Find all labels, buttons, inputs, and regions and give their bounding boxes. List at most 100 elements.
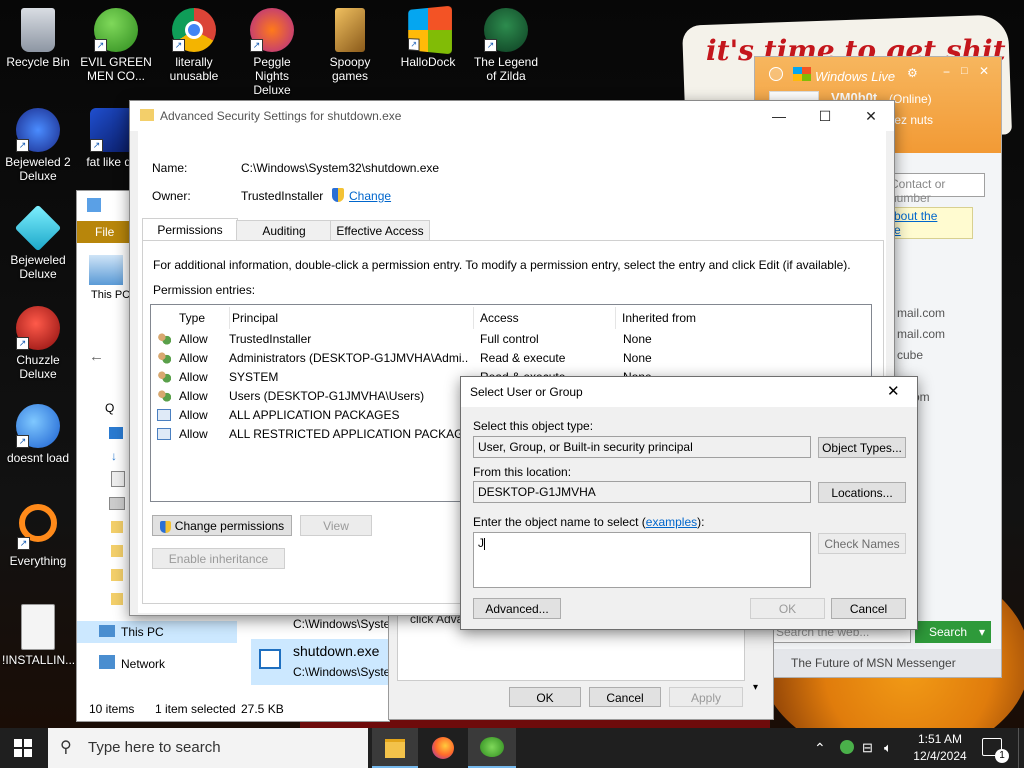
column-header-access[interactable]: Access <box>473 307 620 329</box>
msn-contact[interactable]: mail.com <box>897 306 945 320</box>
folder-icon[interactable] <box>111 521 123 533</box>
desktop-icon-legend-of-zilda[interactable]: ↗ The Legend of Zilda <box>470 8 542 83</box>
folder-icon[interactable] <box>111 569 123 581</box>
close-icon[interactable]: ✕ <box>887 382 900 400</box>
desktop-icon-literally-unusable[interactable]: ↗ literally unusable <box>158 8 230 83</box>
msn-maximize-icon[interactable]: □ <box>961 65 968 77</box>
folder-icon[interactable] <box>111 545 123 557</box>
desktop-icon-doesnt-load[interactable]: ↗ doesnt load <box>2 404 74 465</box>
quick-access-label[interactable]: Q <box>105 401 114 415</box>
msn-info-link[interactable]: bout the <box>894 209 937 223</box>
desktop-icon-chuzzle[interactable]: ↗ Chuzzle Deluxe <box>2 306 74 381</box>
examples-link[interactable]: examples <box>646 515 697 529</box>
volume-icon[interactable]: 🔈︎ <box>884 740 892 756</box>
taskbar-msn[interactable] <box>468 728 516 768</box>
table-row[interactable]: Allow Administrators (DESKTOP-G1JMVHA\Ad… <box>151 349 871 368</box>
close-icon[interactable]: ✕ <box>848 101 894 131</box>
column-header-principal[interactable]: Principal <box>229 307 474 329</box>
file-menu[interactable]: File <box>95 225 114 239</box>
chevron-down-icon[interactable]: ▾ <box>979 621 985 643</box>
desktop-icon-evil-green-men[interactable]: ↗ EVIL GREEN MEN CO... <box>80 8 152 83</box>
desktop-icon-label: !INSTALLIN... <box>2 653 76 667</box>
desktop-icon-everything[interactable]: ↗ Everything <box>2 504 74 568</box>
object-types-button[interactable]: Object Types... <box>818 437 906 458</box>
table-row[interactable]: Allow TrustedInstaller Full control None <box>151 330 871 349</box>
msn-buddy-icon <box>480 737 504 757</box>
desktop-icon-peggle[interactable]: ↗ Peggle Nights Deluxe <box>236 8 308 97</box>
advanced-button[interactable]: Advanced... <box>473 598 561 619</box>
downloads-icon[interactable]: ↓ <box>111 449 117 463</box>
network-icon[interactable] <box>99 655 115 669</box>
msn-status[interactable]: (Online) <box>889 92 932 106</box>
permission-entries-label: Permission entries: <box>153 283 256 297</box>
desktop-icon-label: literally unusable <box>169 55 219 83</box>
column-header-inherited[interactable]: Inherited from <box>615 307 802 329</box>
clock[interactable]: 1:51 AM 12/4/2024 <box>908 731 972 765</box>
properties-cancel-button[interactable]: Cancel <box>589 687 661 707</box>
properties-apply-button[interactable]: Apply <box>669 687 743 707</box>
documents-icon[interactable] <box>111 471 125 487</box>
desktop-folder-icon[interactable] <box>109 427 123 439</box>
check-names-button[interactable]: Check Names <box>818 533 906 554</box>
msn-tray-icon[interactable]: ⚙ <box>907 66 918 80</box>
properties-ok-button[interactable]: OK <box>509 687 581 707</box>
adv-titlebar: Advanced Security Settings for shutdown.… <box>130 101 894 131</box>
column-header-type[interactable]: Type <box>179 307 227 329</box>
desktop-icon-installing[interactable]: !INSTALLIN... <box>2 604 76 667</box>
view-button[interactable]: View <box>300 515 372 536</box>
sidebar-item-this-pc[interactable]: This PC <box>77 621 237 643</box>
cell-access: Read & execute <box>480 351 566 365</box>
msn-search-button[interactable]: Search ▾ <box>915 621 991 643</box>
change-owner-link[interactable]: Change <box>349 189 391 203</box>
file-explorer-icon <box>385 739 405 758</box>
tab-permissions[interactable]: Permissions <box>142 218 238 241</box>
cell-principal: ALL RESTRICTED APPLICATION PACKAGES <box>229 427 469 441</box>
status-size: 27.5 KB <box>241 702 284 716</box>
locations-button[interactable]: Locations... <box>818 482 906 503</box>
change-permissions-button[interactable]: Change permissions <box>152 515 292 536</box>
maximize-icon[interactable]: ☐ <box>802 101 848 131</box>
game-icon: ↗ <box>90 108 134 152</box>
msn-info-link-2[interactable]: e <box>894 223 901 237</box>
network-icon[interactable]: ⊟ <box>862 740 873 756</box>
msn-contact-search[interactable]: Contact or number <box>885 173 985 205</box>
taskbar-file-explorer[interactable] <box>372 728 418 768</box>
minimize-icon[interactable]: — <box>756 101 802 131</box>
desktop-icon-hallodock[interactable]: ↗ HalloDock <box>392 5 464 69</box>
notification-center-icon[interactable]: 1 <box>982 738 1009 763</box>
msn-minimize-icon[interactable]: − <box>943 65 950 79</box>
chevron-down-icon[interactable]: ▾ <box>753 682 758 693</box>
show-desktop-button[interactable] <box>1018 728 1024 768</box>
back-arrow-icon[interactable]: ← <box>89 348 104 365</box>
msn-close-icon[interactable]: ✕ <box>979 64 989 78</box>
msn-footer[interactable]: The Future of MSN Messenger <box>755 649 1001 677</box>
text-file-icon <box>21 604 55 650</box>
select-ok-button[interactable]: OK <box>750 598 825 619</box>
adv-title: Advanced Security Settings for shutdown.… <box>160 109 402 123</box>
file-list-item-shutdown[interactable]: shutdown.exe C:\Windows\Syste <box>251 639 390 685</box>
this-pc-icon[interactable] <box>89 255 123 285</box>
sidebar-item-network[interactable]: Network <box>121 657 165 671</box>
taskbar-search-box[interactable]: ⚲ Type here to search <box>48 728 368 768</box>
pictures-icon[interactable] <box>109 497 125 510</box>
diamond-icon <box>14 204 62 252</box>
uac-shield-icon <box>159 520 171 533</box>
chevron-up-icon[interactable]: ⌃ <box>814 740 826 757</box>
tab-effective-access[interactable]: Effective Access <box>330 220 430 242</box>
taskbar-firefox[interactable] <box>420 728 466 768</box>
desktop-icon-bejeweled-2[interactable]: ↗ Bejeweled 2 Deluxe <box>2 108 74 183</box>
object-name-input[interactable]: J <box>473 532 811 588</box>
start-button[interactable] <box>14 739 32 757</box>
select-cancel-button[interactable]: Cancel <box>831 598 906 619</box>
folder-icon[interactable] <box>111 593 123 605</box>
msn-tray-icon[interactable] <box>840 740 854 754</box>
enable-inheritance-button[interactable]: Enable inheritance <box>152 548 285 569</box>
magnifier-icon: ↗ <box>17 504 57 550</box>
msn-contact[interactable]: mail.com <box>897 327 945 341</box>
tab-auditing[interactable]: Auditing <box>236 220 332 242</box>
desktop-icon-recycle-bin[interactable]: Recycle Bin <box>2 8 74 69</box>
desktop-icon-spoopy-games[interactable]: Spoopy games <box>314 8 386 83</box>
msn-menu-icon[interactable] <box>769 67 783 81</box>
msn-contact[interactable]: cube <box>897 348 923 362</box>
desktop-icon-bejeweled[interactable]: Bejeweled Deluxe <box>2 204 74 281</box>
